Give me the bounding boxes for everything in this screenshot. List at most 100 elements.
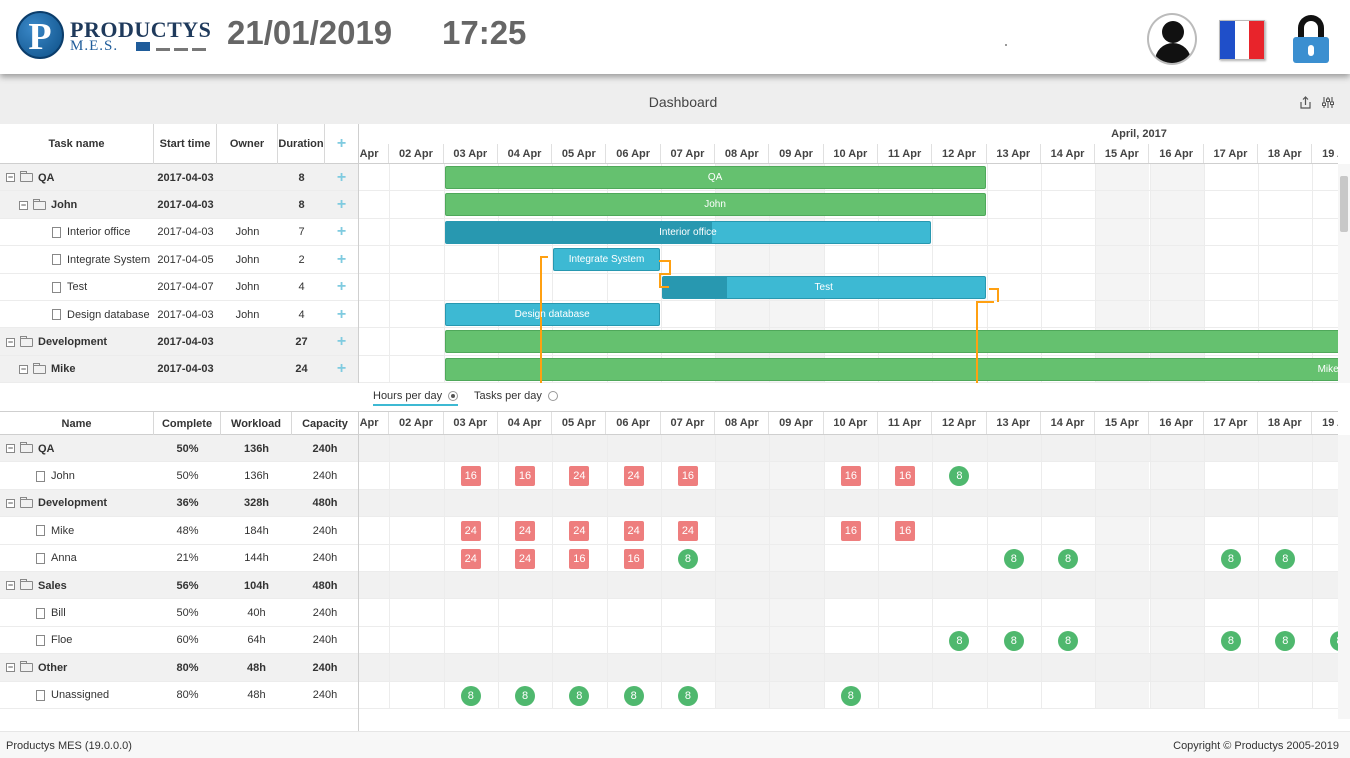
resource-row[interactable]: − Development 36% 328h 480h	[0, 489, 358, 518]
workload-badge: 8	[949, 466, 970, 487]
resource-row[interactable]: John 50% 136h 240h	[0, 462, 358, 490]
collapse-toggle-icon[interactable]: −	[6, 581, 15, 591]
col-task-name[interactable]: Task name	[0, 124, 154, 164]
resource-name: QA	[38, 442, 55, 455]
task-row[interactable]: Integrate System 2017-04-05 John 2 +	[0, 246, 358, 274]
gantt-scrollbar[interactable]	[1338, 164, 1350, 383]
task-bar[interactable]	[444, 330, 1338, 354]
add-subtask-button[interactable]: +	[325, 301, 358, 328]
col-complete[interactable]: Complete	[154, 412, 221, 436]
flag-france-icon[interactable]	[1219, 20, 1265, 60]
user-icon[interactable]	[1147, 13, 1197, 65]
day-header: 16 Apr	[1150, 144, 1204, 163]
logo-subtitle: M.E.S.	[70, 38, 119, 54]
grid-row-line	[359, 382, 1338, 383]
resource-workload: 136h	[243, 442, 270, 455]
col-name[interactable]: Name	[0, 412, 154, 436]
resource-load-chart: 16 16 24 24 16 16 16 8 24 24 24 24 24 16 16 24 24 16 16 8 8 8…	[358, 435, 1338, 731]
add-subtask-button[interactable]: +	[325, 328, 358, 355]
collapse-toggle-icon[interactable]: −	[6, 337, 15, 347]
task-name: Development	[38, 336, 108, 349]
col-capacity[interactable]: Capacity	[292, 412, 358, 436]
add-subtask-button[interactable]: +	[325, 164, 358, 191]
resource-row[interactable]: Mike 48% 184h 240h	[0, 517, 358, 545]
task-bar[interactable]: Integrate System	[553, 248, 660, 272]
lock-icon[interactable]	[1291, 15, 1331, 63]
col-start-time[interactable]: Start time	[154, 124, 217, 164]
collapse-toggle-icon[interactable]: −	[19, 200, 28, 210]
resource-row[interactable]: − QA 50% 136h 240h	[0, 435, 358, 463]
workload-badge: 24	[677, 521, 698, 542]
grid-row-line	[359, 217, 1338, 219]
logo-dash	[192, 48, 206, 51]
resource-name: Mike	[51, 524, 75, 537]
task-row[interactable]: Design database 2017-04-03 John 4 +	[0, 301, 358, 329]
resource-row[interactable]: − Sales 56% 104h 480h	[0, 572, 358, 600]
task-row[interactable]: Test 2017-04-07 John 4 +	[0, 274, 358, 301]
workload-badge: 24	[515, 548, 536, 569]
add-subtask-button[interactable]: +	[325, 246, 358, 273]
task-start: 2017-04-03	[157, 308, 214, 321]
factory-icon	[136, 42, 150, 51]
resource-workload: 40h	[247, 607, 266, 620]
folder-icon	[20, 335, 33, 347]
productys-logo-icon: P	[16, 11, 64, 59]
task-row[interactable]: − Development 2017-04-03 27 +	[0, 328, 358, 356]
add-subtask-button[interactable]: +	[325, 219, 358, 246]
workload-badge: 8	[1275, 548, 1296, 569]
day-header: 17 Apr	[1204, 412, 1259, 434]
resource-capacity: 240h	[312, 552, 338, 565]
col-duration[interactable]: Duration	[278, 124, 325, 164]
file-icon	[52, 309, 61, 321]
grid-column-line	[1312, 435, 1314, 709]
collapse-toggle-icon[interactable]: −	[6, 444, 15, 454]
workload-badge: 8	[677, 685, 698, 706]
day-header: 15 Apr	[1095, 412, 1150, 434]
add-task-button[interactable]: +	[325, 124, 358, 164]
task-bar-label: John	[704, 199, 726, 211]
resource-row[interactable]: Bill 50% 40h 240h	[0, 599, 358, 627]
resource-row[interactable]: Floe 60% 64h 240h	[0, 627, 358, 655]
task-bar[interactable]: Interior office	[444, 220, 932, 244]
day-header: 17 Apr	[1204, 144, 1259, 163]
resource-row[interactable]: − Other 80% 48h 240h	[0, 654, 358, 682]
task-bar[interactable]: Design database	[444, 303, 660, 326]
col-workload[interactable]: Workload	[221, 412, 292, 436]
resource-scrollbar[interactable]	[1338, 435, 1350, 719]
collapse-toggle-icon[interactable]: −	[6, 498, 15, 508]
export-icon[interactable]	[1298, 96, 1312, 110]
workload-badge: 16	[895, 466, 916, 487]
collapse-toggle-icon[interactable]: −	[6, 173, 15, 183]
task-owner: John	[235, 308, 260, 321]
resource-row[interactable]: Anna 21% 144h 240h	[0, 545, 358, 572]
task-row[interactable]: Interior office 2017-04-03 John 7 +	[0, 219, 358, 247]
day-header: 07 Apr	[661, 412, 716, 434]
add-subtask-button[interactable]: +	[325, 191, 358, 218]
tasks-per-day-radio[interactable]: Tasks per day	[474, 390, 558, 402]
task-row[interactable]: − John 2017-04-03 8 +	[0, 191, 358, 219]
task-row[interactable]: − QA 2017-04-03 8 +	[0, 164, 358, 192]
task-row[interactable]: − Mike 2017-04-03 24 +	[0, 355, 358, 383]
task-start: 2017-04-07	[157, 281, 214, 294]
workload-badge: 16	[895, 521, 916, 542]
separator-dot	[1005, 44, 1007, 46]
resource-workload: 136h	[244, 470, 269, 483]
collapse-toggle-icon[interactable]: −	[19, 364, 28, 374]
task-owner	[217, 191, 278, 218]
resource-row[interactable]: Unassigned 80% 48h 240h	[0, 682, 358, 709]
task-bar[interactable]: QA	[444, 166, 986, 189]
task-bar[interactable]: Mike	[444, 357, 1338, 381]
task-bar[interactable]: John	[444, 193, 986, 217]
task-name: Interior office	[67, 226, 131, 239]
grid-row-line	[359, 190, 1338, 192]
collapse-toggle-icon[interactable]: −	[6, 663, 15, 673]
hours-per-day-radio[interactable]: Hours per day	[373, 390, 459, 406]
settings-sliders-icon[interactable]	[1321, 96, 1335, 110]
task-bar-label: QA	[707, 172, 723, 183]
add-subtask-button[interactable]: +	[325, 356, 358, 383]
resource-grid: − QA 50% 136h 240h John 50% 136h 240h − Developmen…	[0, 435, 358, 731]
col-owner[interactable]: Owner	[217, 124, 278, 164]
workload-badge: 24	[569, 466, 590, 487]
task-bar[interactable]: Test	[661, 275, 986, 299]
add-subtask-button[interactable]: +	[325, 274, 358, 301]
